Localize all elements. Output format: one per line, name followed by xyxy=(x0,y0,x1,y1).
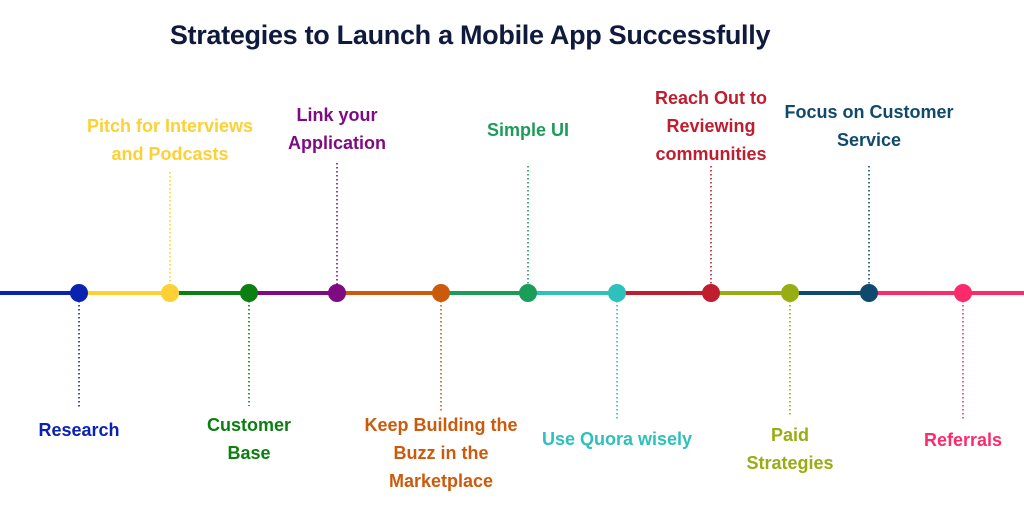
timeline-node xyxy=(519,284,537,302)
timeline-node xyxy=(328,284,346,302)
timeline-node xyxy=(432,284,450,302)
step-label-line: Referrals xyxy=(923,430,1003,450)
step-label: Link your Application xyxy=(288,101,386,157)
step-label-line: Reviewing xyxy=(666,116,756,136)
step-label-line: Buzz in the xyxy=(393,443,489,463)
step-label-line: Focus on Customer xyxy=(784,102,954,122)
timeline-node xyxy=(240,284,258,302)
step-label: Simple UI xyxy=(487,116,569,144)
timeline-node xyxy=(954,284,972,302)
step-label-line: communities xyxy=(655,144,767,164)
step-label-line: Marketplace xyxy=(388,471,494,491)
step-label-line: Application xyxy=(288,133,386,153)
step-label-line: Customer xyxy=(206,415,292,435)
step-label: Use Quora wisely xyxy=(542,425,692,453)
timeline-node xyxy=(161,284,179,302)
step-label-line: Pitch for Interviews xyxy=(86,116,254,136)
step-label-line: Use Quora wisely xyxy=(541,429,693,449)
step-label: Pitch for Interviews and Podcasts xyxy=(87,112,253,168)
step-label-line: Reach Out to xyxy=(654,88,768,108)
step-label: Reach Out to Reviewing communities xyxy=(655,84,767,168)
timeline-node xyxy=(860,284,878,302)
step-label-line: Research xyxy=(38,420,120,440)
step-label: Keep Building the Buzz in the Marketplace xyxy=(365,411,518,495)
step-label: Referrals xyxy=(924,426,1002,454)
step-label-line: Paid xyxy=(770,425,810,445)
step-label: Research xyxy=(38,416,119,444)
step-label-line: Link your xyxy=(296,105,378,125)
step-label: Customer Base xyxy=(207,411,291,467)
step-label-line: Keep Building the xyxy=(364,415,518,435)
timeline-node xyxy=(702,284,720,302)
step-label-line: Base xyxy=(227,443,271,463)
step-label: Paid Strategies xyxy=(746,421,833,477)
step-label-line: Service xyxy=(836,130,902,150)
step-label-line: and Podcasts xyxy=(111,144,229,164)
step-label: Focus on Customer Service xyxy=(784,98,953,154)
timeline-node xyxy=(608,284,626,302)
timeline-node xyxy=(781,284,799,302)
timeline-node xyxy=(70,284,88,302)
step-label-line: Strategies xyxy=(746,453,834,473)
step-label-line: Simple UI xyxy=(486,120,570,140)
